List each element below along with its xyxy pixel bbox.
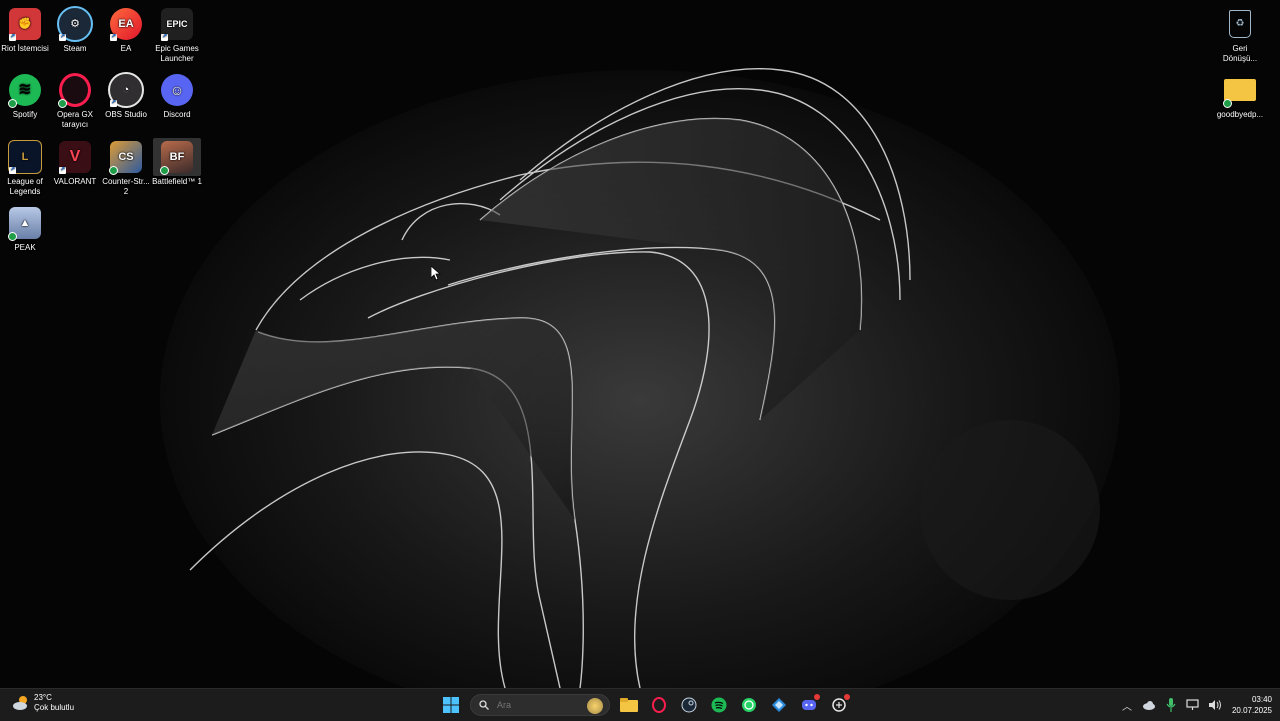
network-icon	[1186, 699, 1199, 710]
onedrive-tray[interactable]	[1140, 696, 1158, 714]
desktop-icon-label: Discord	[163, 110, 191, 119]
whatsapp-icon	[742, 698, 756, 712]
desktop-icon-discord[interactable]: ☺ Discord	[152, 71, 202, 120]
search-icon	[479, 700, 489, 710]
desktop-icon-battlefield[interactable]: BF Battlefield™ 1	[152, 138, 202, 187]
desktop-icon-label: OBS Studio	[105, 110, 147, 119]
app-icon	[772, 698, 786, 712]
desktop-icon-label: goodbyedp...	[1216, 110, 1264, 119]
desktop-icon-steam[interactable]: ⚙ ↗ Steam	[50, 5, 100, 54]
cloud-icon	[1142, 701, 1155, 710]
desktop-icon-ea[interactable]: EA ↗ EA	[101, 5, 151, 54]
desktop-icon-epic-games[interactable]: EPIC ↗ Epic Games Launcher	[152, 5, 202, 64]
windows-logo-icon	[443, 697, 459, 713]
shortcut-arrow-icon: ↗	[9, 167, 16, 174]
desktop-icon-label: Battlefield™ 1	[152, 177, 202, 186]
weather-widget[interactable]: 23°C Çok bulutlu	[12, 693, 74, 713]
taskbar-opera-gx[interactable]	[645, 691, 673, 719]
notification-badge	[814, 694, 820, 700]
desktop-icon-obs[interactable]: ◔ ↗ OBS Studio	[101, 71, 151, 120]
chevron-up-icon: ︿	[1121, 701, 1132, 713]
desktop-icon-counter-strike[interactable]: CS Counter-Str... 2	[101, 138, 151, 197]
weather-temp: 23°C	[34, 693, 52, 702]
taskbar-search[interactable]	[470, 694, 610, 716]
taskbar-spotify[interactable]	[705, 691, 733, 719]
search-highlight-icon	[587, 698, 603, 714]
desktop-icon-label: VALORANT	[53, 177, 97, 186]
desktop-icon-opera-gx[interactable]: Opera GX tarayıcı	[50, 71, 100, 130]
sync-status-icon	[8, 99, 17, 108]
desktop-icon-recycle-bin[interactable]: ♻ Geri Dönüşü...	[1215, 5, 1265, 64]
sync-status-icon	[1223, 99, 1232, 108]
shortcut-arrow-icon: ↗	[59, 167, 66, 174]
network-tray[interactable]	[1184, 696, 1202, 714]
recycle-bin-icon: ♻	[1229, 10, 1251, 38]
weather-desc: Çok bulutlu	[34, 703, 75, 712]
search-input[interactable]	[495, 699, 579, 711]
shortcut-arrow-icon: ↗	[110, 100, 117, 107]
shortcut-arrow-icon: ↗	[161, 34, 168, 41]
desktop-icon-label: Geri Dönüşü...	[1222, 44, 1258, 63]
clock-time: 03:40	[1251, 695, 1272, 704]
desktop-icon-folder[interactable]: goodbyedp...	[1215, 71, 1265, 120]
cloudy-weather-icon	[12, 694, 30, 712]
steam-icon	[681, 697, 697, 713]
sync-status-icon	[8, 232, 17, 241]
folder-icon	[1224, 79, 1256, 101]
start-button[interactable]	[437, 691, 465, 719]
file-explorer-icon	[620, 698, 638, 712]
taskbar-app[interactable]	[765, 691, 793, 719]
notification-badge	[844, 694, 850, 700]
taskbar-steam[interactable]	[675, 691, 703, 719]
clock-date: 20.07.2025	[1231, 706, 1272, 715]
system-clock[interactable]: 03:40 20.07.2025	[1232, 694, 1272, 716]
desktop-icon-label: Riot İstemcisi	[1, 44, 49, 53]
opera-gx-icon	[652, 697, 666, 713]
desktop-icon-label: Spotify	[12, 110, 38, 119]
microphone-icon	[1166, 698, 1176, 712]
speaker-icon	[1208, 700, 1221, 710]
sync-status-icon	[160, 166, 169, 175]
mouse-cursor-icon	[431, 266, 441, 281]
shortcut-arrow-icon: ↗	[110, 34, 117, 41]
desktop-icon-league[interactable]: L ↗ League of Legends	[0, 138, 50, 197]
desktop-icon-peak[interactable]: ▲ PEAK	[0, 204, 50, 253]
sync-status-icon	[58, 99, 67, 108]
desktop-icon-riot[interactable]: ✊ ↗ Riot İstemcisi	[0, 5, 50, 54]
taskbar: 23°C Çok bulutlu Ara ︿ 03:40 20.07.2025	[0, 688, 1280, 721]
desktop-icon-valorant[interactable]: V ↗ VALORANT	[50, 138, 100, 187]
shortcut-arrow-icon: ↗	[9, 34, 16, 41]
taskbar-file-explorer[interactable]	[615, 691, 643, 719]
sync-status-icon	[109, 166, 118, 175]
system-tray: ︿ 03:40 20.07.2025	[1116, 689, 1272, 721]
taskbar-whatsapp[interactable]	[735, 691, 763, 719]
desktop-icon-label: Epic Games Launcher	[155, 44, 199, 63]
microphone-tray[interactable]	[1162, 696, 1180, 714]
desktop-icon-label: Counter-Str... 2	[102, 177, 150, 196]
desktop-icon-label: Opera GX tarayıcı	[56, 110, 93, 129]
taskbar-chatgpt[interactable]	[825, 691, 853, 719]
desktop-icon-label: Steam	[63, 44, 87, 53]
desktop-icon-label: EA	[120, 44, 132, 53]
shortcut-arrow-icon: ↗	[59, 34, 66, 41]
discord-icon: ☺	[161, 74, 193, 106]
desktop-icon-spotify[interactable]: ≋ Spotify	[0, 71, 50, 120]
spotify-icon	[711, 697, 727, 713]
desktop-icon-label: League of Legends	[7, 177, 43, 196]
desktop-icon-label: PEAK	[14, 243, 36, 252]
show-hidden-icons-button[interactable]: ︿	[1118, 696, 1136, 714]
volume-tray[interactable]	[1206, 696, 1224, 714]
taskbar-discord[interactable]	[795, 691, 823, 719]
taskbar-center	[436, 689, 854, 721]
